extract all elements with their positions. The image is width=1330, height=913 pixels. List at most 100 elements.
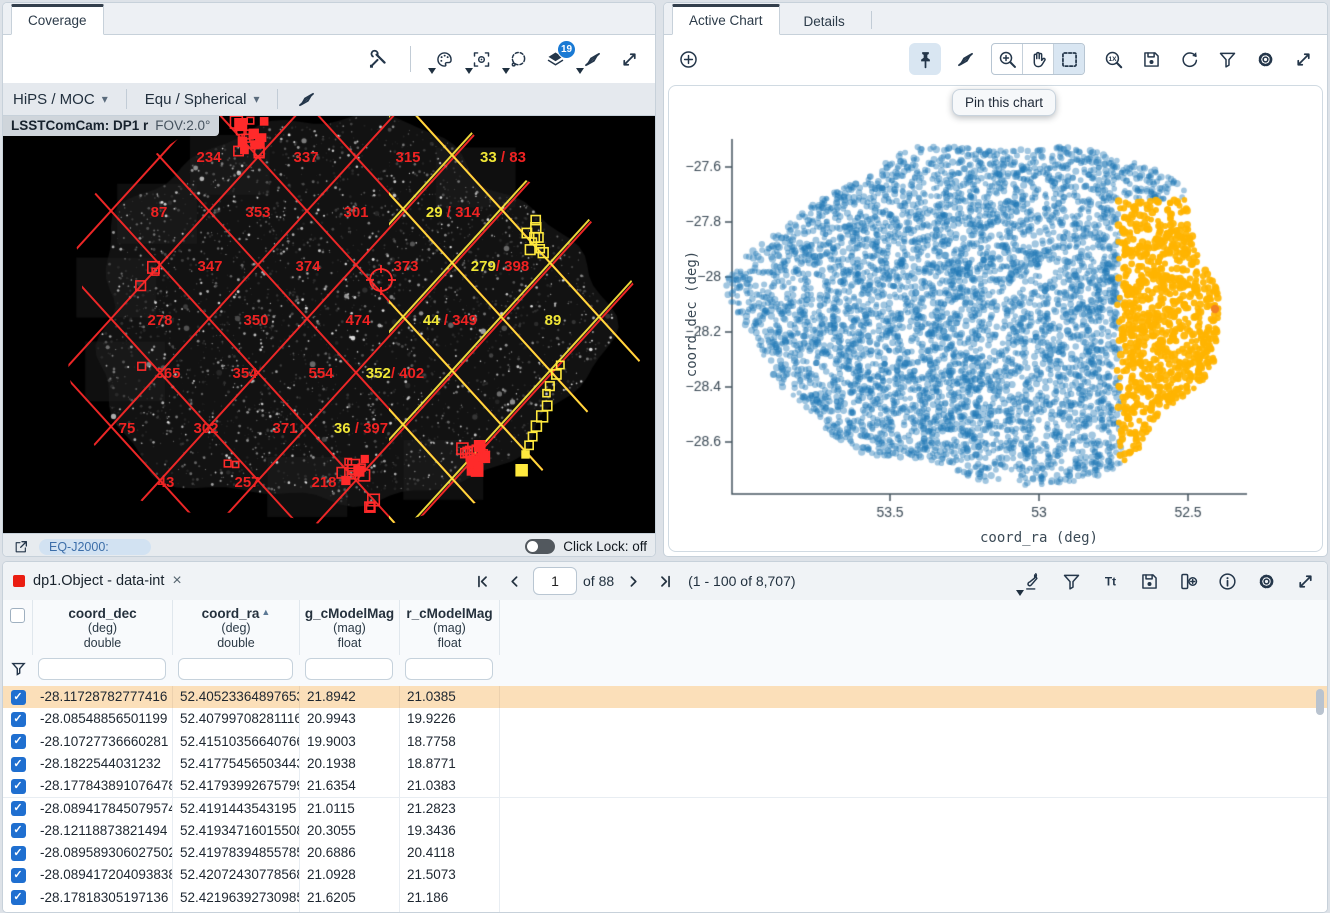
row-checkbox[interactable]: ✓	[11, 801, 26, 816]
cell-g_cModelMag: 21.0928	[300, 864, 400, 886]
zoom-in-tool-icon[interactable]	[992, 44, 1022, 74]
next-page-icon[interactable]	[620, 568, 646, 594]
coverage-panel: Coverage 19 HiPS / MOC ▾ Equ / Spherical…	[2, 2, 656, 557]
hips-moc-dropdown[interactable]: HiPS / MOC ▾	[3, 91, 118, 108]
last-page-icon[interactable]	[652, 568, 678, 594]
compass-off-icon[interactable]	[292, 85, 320, 113]
save-table-icon[interactable]	[1135, 567, 1163, 595]
filter-input-coord_dec[interactable]	[38, 658, 166, 680]
add-chart-icon[interactable]	[674, 45, 702, 73]
save-chart-icon[interactable]	[1137, 45, 1165, 73]
grid-cell-label: 365	[155, 365, 180, 382]
table-row[interactable]: ✓-28.1211887382149452.4193471601550820.3…	[3, 820, 1327, 843]
tab-active-chart[interactable]: Active Chart	[672, 4, 780, 35]
select-region-icon[interactable]	[504, 45, 532, 73]
click-lock-toggle[interactable]	[525, 539, 555, 554]
cell-coord_dec: -28.1822544031232	[33, 753, 173, 775]
zoom-original-icon[interactable]: 1X	[1099, 45, 1127, 73]
coverage-sky-image[interactable]: 23433731533 / 838735330129 / 31434737437…	[3, 116, 655, 533]
column-header-g_cModelMag[interactable]: g_cModelMag (mag)float	[300, 600, 400, 655]
row-checkbox[interactable]: ✓	[11, 823, 26, 838]
cell-coord_ra: 52.407997082811164	[173, 708, 300, 730]
cell-g_cModelMag: 19.9003	[300, 731, 400, 753]
pan-hand-tool-icon[interactable]	[1022, 44, 1053, 74]
table-settings-gear-icon[interactable]	[1252, 567, 1280, 595]
chart-settings-gear-icon[interactable]	[1251, 45, 1279, 73]
data-products-scope-icon[interactable]	[1018, 567, 1046, 595]
first-page-icon[interactable]	[469, 568, 495, 594]
filter-input-coord_ra[interactable]	[178, 658, 293, 680]
grid-cell-label: 350	[243, 312, 268, 329]
column-header-coord_ra[interactable]: coord_ra▲ (deg)double	[173, 600, 300, 655]
image-tools-icon[interactable]	[363, 45, 391, 73]
filter-input-r_cModelMag[interactable]	[405, 658, 493, 680]
cell-coord_ra: 52.417754565034436	[173, 753, 300, 775]
recenter-icon[interactable]	[467, 45, 495, 73]
compass-off-icon[interactable]	[951, 45, 979, 73]
column-header-coord_dec[interactable]: coord_dec (deg)double	[33, 600, 173, 655]
table-row[interactable]: ✓-28.1781830519713652.4219639273098521.6…	[3, 887, 1327, 910]
layers-icon[interactable]: 19	[541, 45, 569, 73]
grid-compass-off-icon[interactable]	[578, 45, 606, 73]
popout-coords-icon[interactable]	[11, 537, 31, 557]
row-checkbox[interactable]: ✓	[11, 779, 26, 794]
table-row[interactable]: ✓-28.08941784507957452.419144354319521.0…	[3, 798, 1327, 821]
row-checkbox[interactable]: ✓	[11, 890, 26, 905]
table-info-icon[interactable]	[1213, 567, 1241, 595]
row-checkbox[interactable]: ✓	[11, 846, 26, 861]
grid-cell-label: 315	[395, 149, 420, 166]
expand-chart-icon[interactable]	[1289, 45, 1317, 73]
row-checkbox[interactable]: ✓	[11, 868, 26, 883]
coordinate-readout: EQ-J2000:	[39, 539, 151, 555]
table-row[interactable]: ✓-28.08958930602750252.4197839485578520.…	[3, 842, 1327, 865]
table-vertical-scrollbar[interactable]	[1316, 689, 1324, 715]
chevron-down-icon	[1016, 590, 1024, 596]
grid-cell-label: 353	[245, 204, 270, 221]
prev-page-icon[interactable]	[501, 568, 527, 594]
rect-select-tool-icon[interactable]	[1053, 44, 1084, 74]
projection-dropdown[interactable]: Equ / Spherical ▾	[135, 91, 270, 108]
cell-coord_dec: -28.089417845079574	[33, 798, 173, 820]
scatter-plot-canvas[interactable]	[669, 86, 1328, 551]
select-all-checkbox[interactable]	[10, 608, 25, 623]
grid-cell-label: 337	[293, 149, 318, 166]
table-row[interactable]: ✓-28.1072773666028152.4151035664076619.9…	[3, 731, 1327, 754]
row-checkbox[interactable]: ✓	[11, 757, 26, 772]
table-panel: dp1.Object - data-int × of 88 (1 - 100 o…	[2, 561, 1328, 913]
tab-active-chart-label: Active Chart	[689, 13, 763, 28]
restore-chart-icon[interactable]	[1175, 45, 1203, 73]
grid-cell-label: 352/ 402	[366, 365, 424, 382]
cell-r_cModelMag: 20.4118	[400, 842, 500, 864]
add-column-icon[interactable]	[1174, 567, 1202, 595]
table-row[interactable]: ✓-28.17784389107647852.41793992675799521…	[3, 775, 1327, 798]
cell-coord_ra: 52.42072430778568	[173, 864, 300, 886]
filter-input-g_cModelMag[interactable]	[305, 658, 393, 680]
tab-details[interactable]: Details	[788, 8, 861, 35]
color-palette-icon[interactable]	[430, 45, 458, 73]
click-lock-label: Click Lock: off	[563, 539, 647, 554]
text-view-icon[interactable]: Tt	[1096, 567, 1124, 595]
grid-cell-label: 554	[308, 365, 334, 382]
filter-chart-icon[interactable]	[1213, 45, 1241, 73]
row-checkbox[interactable]: ✓	[11, 690, 26, 705]
expand-coverage-icon[interactable]	[615, 45, 643, 73]
cell-g_cModelMag: 20.1938	[300, 753, 400, 775]
close-table-icon[interactable]: ×	[172, 573, 181, 589]
cell-r_cModelMag: 19.9226	[400, 708, 500, 730]
page-number-input[interactable]	[533, 567, 577, 595]
table-row[interactable]: ✓ -28.182254403123252.41775456503443620.1…	[3, 753, 1327, 776]
expand-table-icon[interactable]	[1291, 567, 1319, 595]
tab-coverage[interactable]: Coverage	[11, 4, 104, 35]
filter-table-icon[interactable]	[1057, 567, 1085, 595]
grid-cell-label: 474	[345, 312, 371, 329]
table-row[interactable]: ✓-28.0854885650119952.40799708281116420.…	[3, 708, 1327, 731]
pin-chart-icon[interactable]	[909, 43, 941, 75]
row-checkbox[interactable]: ✓	[11, 734, 26, 749]
row-checkbox[interactable]: ✓	[11, 712, 26, 727]
y-axis-title: coord_dec (deg)	[684, 239, 700, 389]
table-row[interactable]: ✓-28.1172878277741652.4052336489765321.8…	[3, 686, 1327, 709]
grid-cell-label: 302	[193, 420, 218, 437]
cell-coord_dec: -28.17818305197136	[33, 887, 173, 909]
table-row[interactable]: ✓-28.08941720409383852.4207243077856821.…	[3, 864, 1327, 887]
column-header-r_cModelMag[interactable]: r_cModelMag (mag)float	[400, 600, 500, 655]
